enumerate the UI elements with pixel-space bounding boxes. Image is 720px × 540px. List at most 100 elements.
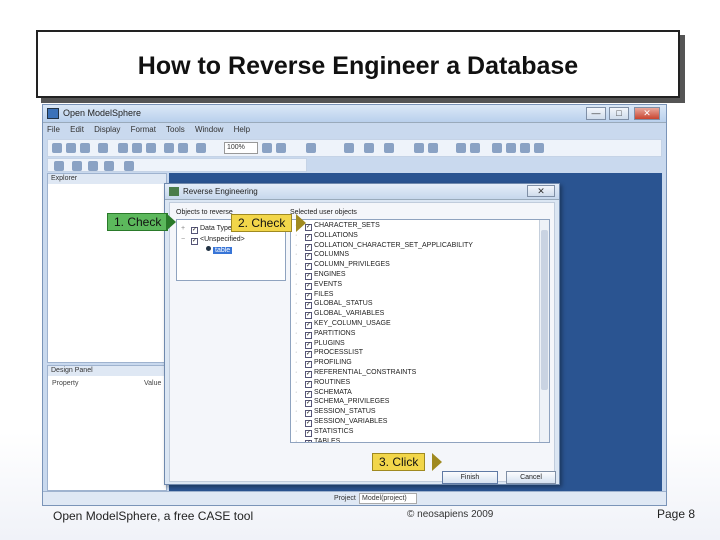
- list-item-label: ROUTINES: [314, 378, 351, 386]
- menu-help[interactable]: Help: [234, 125, 250, 134]
- menu-window[interactable]: Window: [195, 125, 223, 134]
- list-item[interactable]: · ✓ ENGINES: [295, 270, 346, 280]
- arrow-icon[interactable]: [54, 161, 64, 171]
- property-column-header[interactable]: Property: [52, 380, 78, 387]
- list-item[interactable]: · ✓ KEY_COLUMN_USAGE: [295, 319, 391, 329]
- line-style-icon[interactable]: [306, 143, 316, 153]
- list-item[interactable]: · ✓ COLLATIONS: [295, 231, 358, 241]
- list-item[interactable]: · ✓ PLUGINS: [295, 339, 345, 349]
- list-item[interactable]: · ✓ ROUTINES: [295, 378, 350, 388]
- slide-title: How to Reverse Engineer a Database: [137, 52, 579, 80]
- status-project-field[interactable]: Model(project): [359, 493, 417, 504]
- value-column-header[interactable]: Value: [144, 380, 161, 387]
- menu-tools[interactable]: Tools: [166, 125, 185, 134]
- explorer-panel[interactable]: Explorer: [47, 173, 167, 363]
- maximize-button[interactable]: □: [609, 107, 629, 120]
- print-icon[interactable]: [98, 143, 108, 153]
- tree-node-label[interactable]: <Unspecified>: [200, 236, 245, 243]
- list-item[interactable]: · ✓ PROCESSLIST: [295, 348, 363, 359]
- save-icon[interactable]: [80, 143, 90, 153]
- list-item[interactable]: · ✓ FILES: [295, 290, 333, 300]
- tree-connector-icon: ·: [295, 300, 298, 308]
- zoom-select[interactable]: 100%: [224, 142, 258, 154]
- fill-color-icon[interactable]: [364, 143, 374, 153]
- cancel-button[interactable]: Cancel: [506, 471, 556, 484]
- finish-button[interactable]: Finish: [442, 471, 498, 484]
- list-item-label: COLLATIONS: [314, 231, 358, 239]
- dialog-titlebar[interactable]: Reverse Engineering ✕: [165, 184, 559, 200]
- dialog-close-button[interactable]: ✕: [527, 185, 555, 197]
- list-item[interactable]: · ✓ COLLATION_CHARACTER_SET_APPLICABILITY: [295, 241, 473, 251]
- open-icon[interactable]: [66, 143, 76, 153]
- currency-icon[interactable]: [88, 161, 98, 171]
- tree-connector-icon: ·: [295, 261, 298, 269]
- list-item[interactable]: · ✓ TABLES: [295, 437, 340, 443]
- text-color-icon[interactable]: [384, 143, 394, 153]
- list-item[interactable]: · ✓ PARTITIONS: [295, 329, 355, 339]
- separator-icon[interactable]: [104, 161, 114, 171]
- list-scrollbar[interactable]: [539, 220, 549, 442]
- list-item[interactable]: · ✓ SCHEMATA: [295, 388, 352, 398]
- list-item[interactable]: · ✓ STATISTICS: [295, 427, 353, 437]
- menu-display[interactable]: Display: [94, 125, 120, 134]
- list-item[interactable]: · ✓ SCHEMA_PRIVILEGES: [295, 397, 389, 408]
- list-item[interactable]: · ✓ GLOBAL_VARIABLES: [295, 309, 384, 320]
- view-tool-icon[interactable]: [506, 143, 516, 153]
- link-tool-icon[interactable]: [470, 143, 480, 153]
- note-tool-icon[interactable]: [534, 143, 544, 153]
- list-item[interactable]: · ✓ SESSION_STATUS: [295, 407, 376, 418]
- delete-icon[interactable]: [196, 143, 206, 153]
- tree-connector-icon: ·: [295, 310, 298, 318]
- tree-connector-icon: ·: [295, 437, 298, 443]
- copy-icon[interactable]: [132, 143, 142, 153]
- expand-toggle-icon[interactable]: +: [181, 224, 189, 234]
- list-item[interactable]: · ✓ GLOBAL_STATUS: [295, 299, 372, 310]
- align-left-icon[interactable]: [414, 143, 424, 153]
- relation-tool-icon[interactable]: [520, 143, 530, 153]
- cut-icon[interactable]: [118, 143, 128, 153]
- tree-connector-icon: ·: [295, 280, 298, 288]
- menu-format[interactable]: Format: [131, 125, 156, 134]
- text-tool-icon[interactable]: [72, 161, 82, 171]
- paste-icon[interactable]: [146, 143, 156, 153]
- list-item[interactable]: · ✓ COLUMN_PRIVILEGES: [295, 260, 390, 271]
- list-item[interactable]: · ✓ CHARACTER_SETS: [295, 221, 380, 231]
- list-item[interactable]: · ✓ SESSION_VARIABLES: [295, 417, 387, 427]
- new-icon[interactable]: [52, 143, 62, 153]
- redo-icon[interactable]: [178, 143, 188, 153]
- app-titlebar[interactable]: Open ModelSphere — □ ✕: [43, 105, 666, 123]
- tree-checkbox[interactable]: ✓: [191, 227, 198, 234]
- zoom-in-icon[interactable]: [262, 143, 272, 153]
- list-item[interactable]: · ✓ REFERENTIAL_CONSTRAINTS: [295, 368, 416, 378]
- list-item-label: REFERENTIAL_CONSTRAINTS: [314, 369, 417, 376]
- zoom-out-icon[interactable]: [276, 143, 286, 153]
- tree-node[interactable]: + ✓ Data Types: [181, 224, 235, 234]
- minimize-button[interactable]: —: [586, 107, 606, 120]
- tree-connector-icon: ·: [295, 388, 298, 396]
- tree-node-label[interactable]: table: [213, 247, 233, 254]
- tree-node[interactable]: table: [195, 246, 233, 256]
- tree-node[interactable]: − ✓ <Unspecified>: [181, 235, 245, 245]
- user-objects-list[interactable]: · ✓ CHARACTER_SETS · ✓ COLLATIONS · ✓ COLLATION_…: [290, 219, 550, 443]
- scrollbar-thumb[interactable]: [541, 230, 548, 390]
- pen-color-icon[interactable]: [344, 143, 354, 153]
- tree-checkbox[interactable]: ✓: [191, 238, 198, 245]
- secondary-toolbar: [47, 158, 307, 172]
- expand-toggle-icon[interactable]: −: [181, 235, 189, 245]
- design-panel[interactable]: Design Panel Property Value: [47, 365, 167, 491]
- list-item[interactable]: · ✓ PROFILING: [295, 358, 352, 369]
- menu-bar: File Edit Display Format Tools Window He…: [47, 125, 662, 137]
- menu-edit[interactable]: Edit: [70, 125, 84, 134]
- menu-file[interactable]: File: [47, 125, 60, 134]
- close-button[interactable]: ✕: [634, 107, 660, 120]
- nullable-icon[interactable]: [124, 161, 134, 171]
- tree-node-label[interactable]: Data Types: [200, 225, 235, 232]
- undo-icon[interactable]: [164, 143, 174, 153]
- list-item[interactable]: · ✓ COLUMNS: [295, 250, 349, 261]
- list-item[interactable]: · ✓ EVENTS: [295, 280, 342, 290]
- table-tool-icon[interactable]: [492, 143, 502, 153]
- select-tool-icon[interactable]: [456, 143, 466, 153]
- list-item-checkbox[interactable]: ✓: [305, 439, 312, 442]
- explorer-header: Explorer: [48, 174, 166, 184]
- align-center-icon[interactable]: [428, 143, 438, 153]
